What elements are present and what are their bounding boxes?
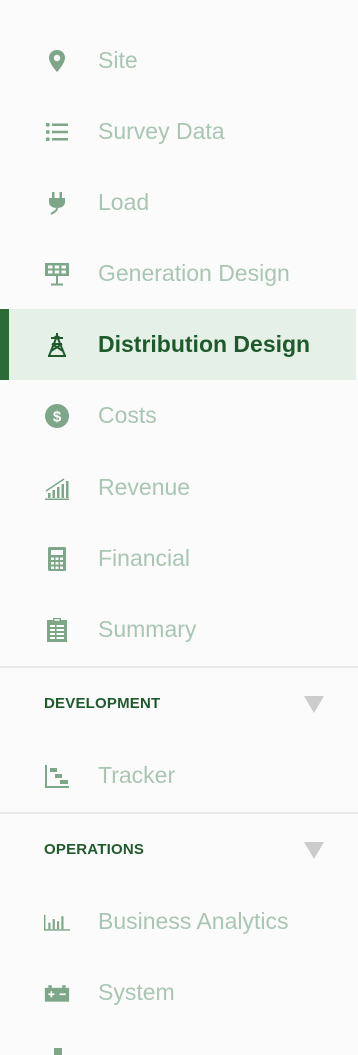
sidebar-item-label: Revenue	[98, 474, 191, 500]
sidebar-item-system[interactable]: System	[0, 957, 356, 1028]
section-title: DEVELOPMENT	[44, 695, 161, 712]
development-section-header[interactable]: DEVELOPMENT	[0, 668, 358, 738]
sidebar-item-label: Generation Design	[98, 260, 290, 286]
sidebar-item-costs[interactable]: $ Costs	[0, 380, 356, 451]
section-title: OPERATIONS	[44, 841, 145, 858]
dollar-circle-icon: $	[44, 403, 70, 429]
calculator-icon	[44, 546, 70, 572]
transmission-tower-icon	[44, 332, 70, 358]
sidebar-item-distribution-design[interactable]: Distribution Design	[0, 309, 356, 380]
sidebar-item-label: System	[98, 979, 175, 1005]
sidebar-item-revenue[interactable]: Revenue	[0, 452, 356, 523]
sidebar-item-label: Distribution Design	[98, 331, 311, 357]
plug-icon	[44, 190, 70, 216]
chevron-down-icon[interactable]	[304, 696, 324, 713]
sidebar-item-financial[interactable]: Financial	[0, 523, 356, 594]
sidebar-item-label: Business Analytics	[98, 908, 289, 934]
clipboard-icon	[44, 617, 70, 643]
gantt-chart-icon	[44, 763, 70, 789]
partial-next-icon	[54, 1048, 62, 1055]
sidebar-item-summary[interactable]: Summary	[0, 594, 356, 665]
sidebar-item-tracker[interactable]: Tracker	[0, 740, 356, 811]
map-marker-icon	[44, 48, 70, 74]
sidebar-item-label: Summary	[98, 616, 197, 642]
bar-chart-rising-icon	[44, 475, 70, 501]
sidebar-item-label: Survey Data	[98, 118, 225, 144]
svg-text:$: $	[53, 408, 62, 425]
sidebar-item-label: Load	[98, 189, 150, 215]
analytics-chart-icon	[44, 909, 70, 935]
sidebar-item-label: Financial	[98, 545, 191, 571]
sidebar-item-label: Costs	[98, 402, 157, 428]
operations-section-header[interactable]: OPERATIONS	[0, 814, 358, 884]
sidebar-item-load[interactable]: Load	[0, 167, 356, 238]
sidebar-item-site[interactable]: Site	[0, 25, 356, 96]
sidebar-item-label: Tracker	[98, 762, 176, 788]
solar-panel-icon	[44, 261, 70, 287]
chevron-down-icon[interactable]	[304, 842, 324, 859]
list-icon	[44, 119, 70, 145]
sidebar-item-business-analytics[interactable]: Business Analytics	[0, 886, 356, 957]
battery-icon	[44, 980, 70, 1006]
sidebar: Site Survey Data Load Generation Design …	[0, 0, 358, 1055]
sidebar-item-generation-design[interactable]: Generation Design	[0, 238, 356, 309]
sidebar-item-survey-data[interactable]: Survey Data	[0, 96, 356, 167]
sidebar-item-label: Site	[98, 47, 138, 73]
